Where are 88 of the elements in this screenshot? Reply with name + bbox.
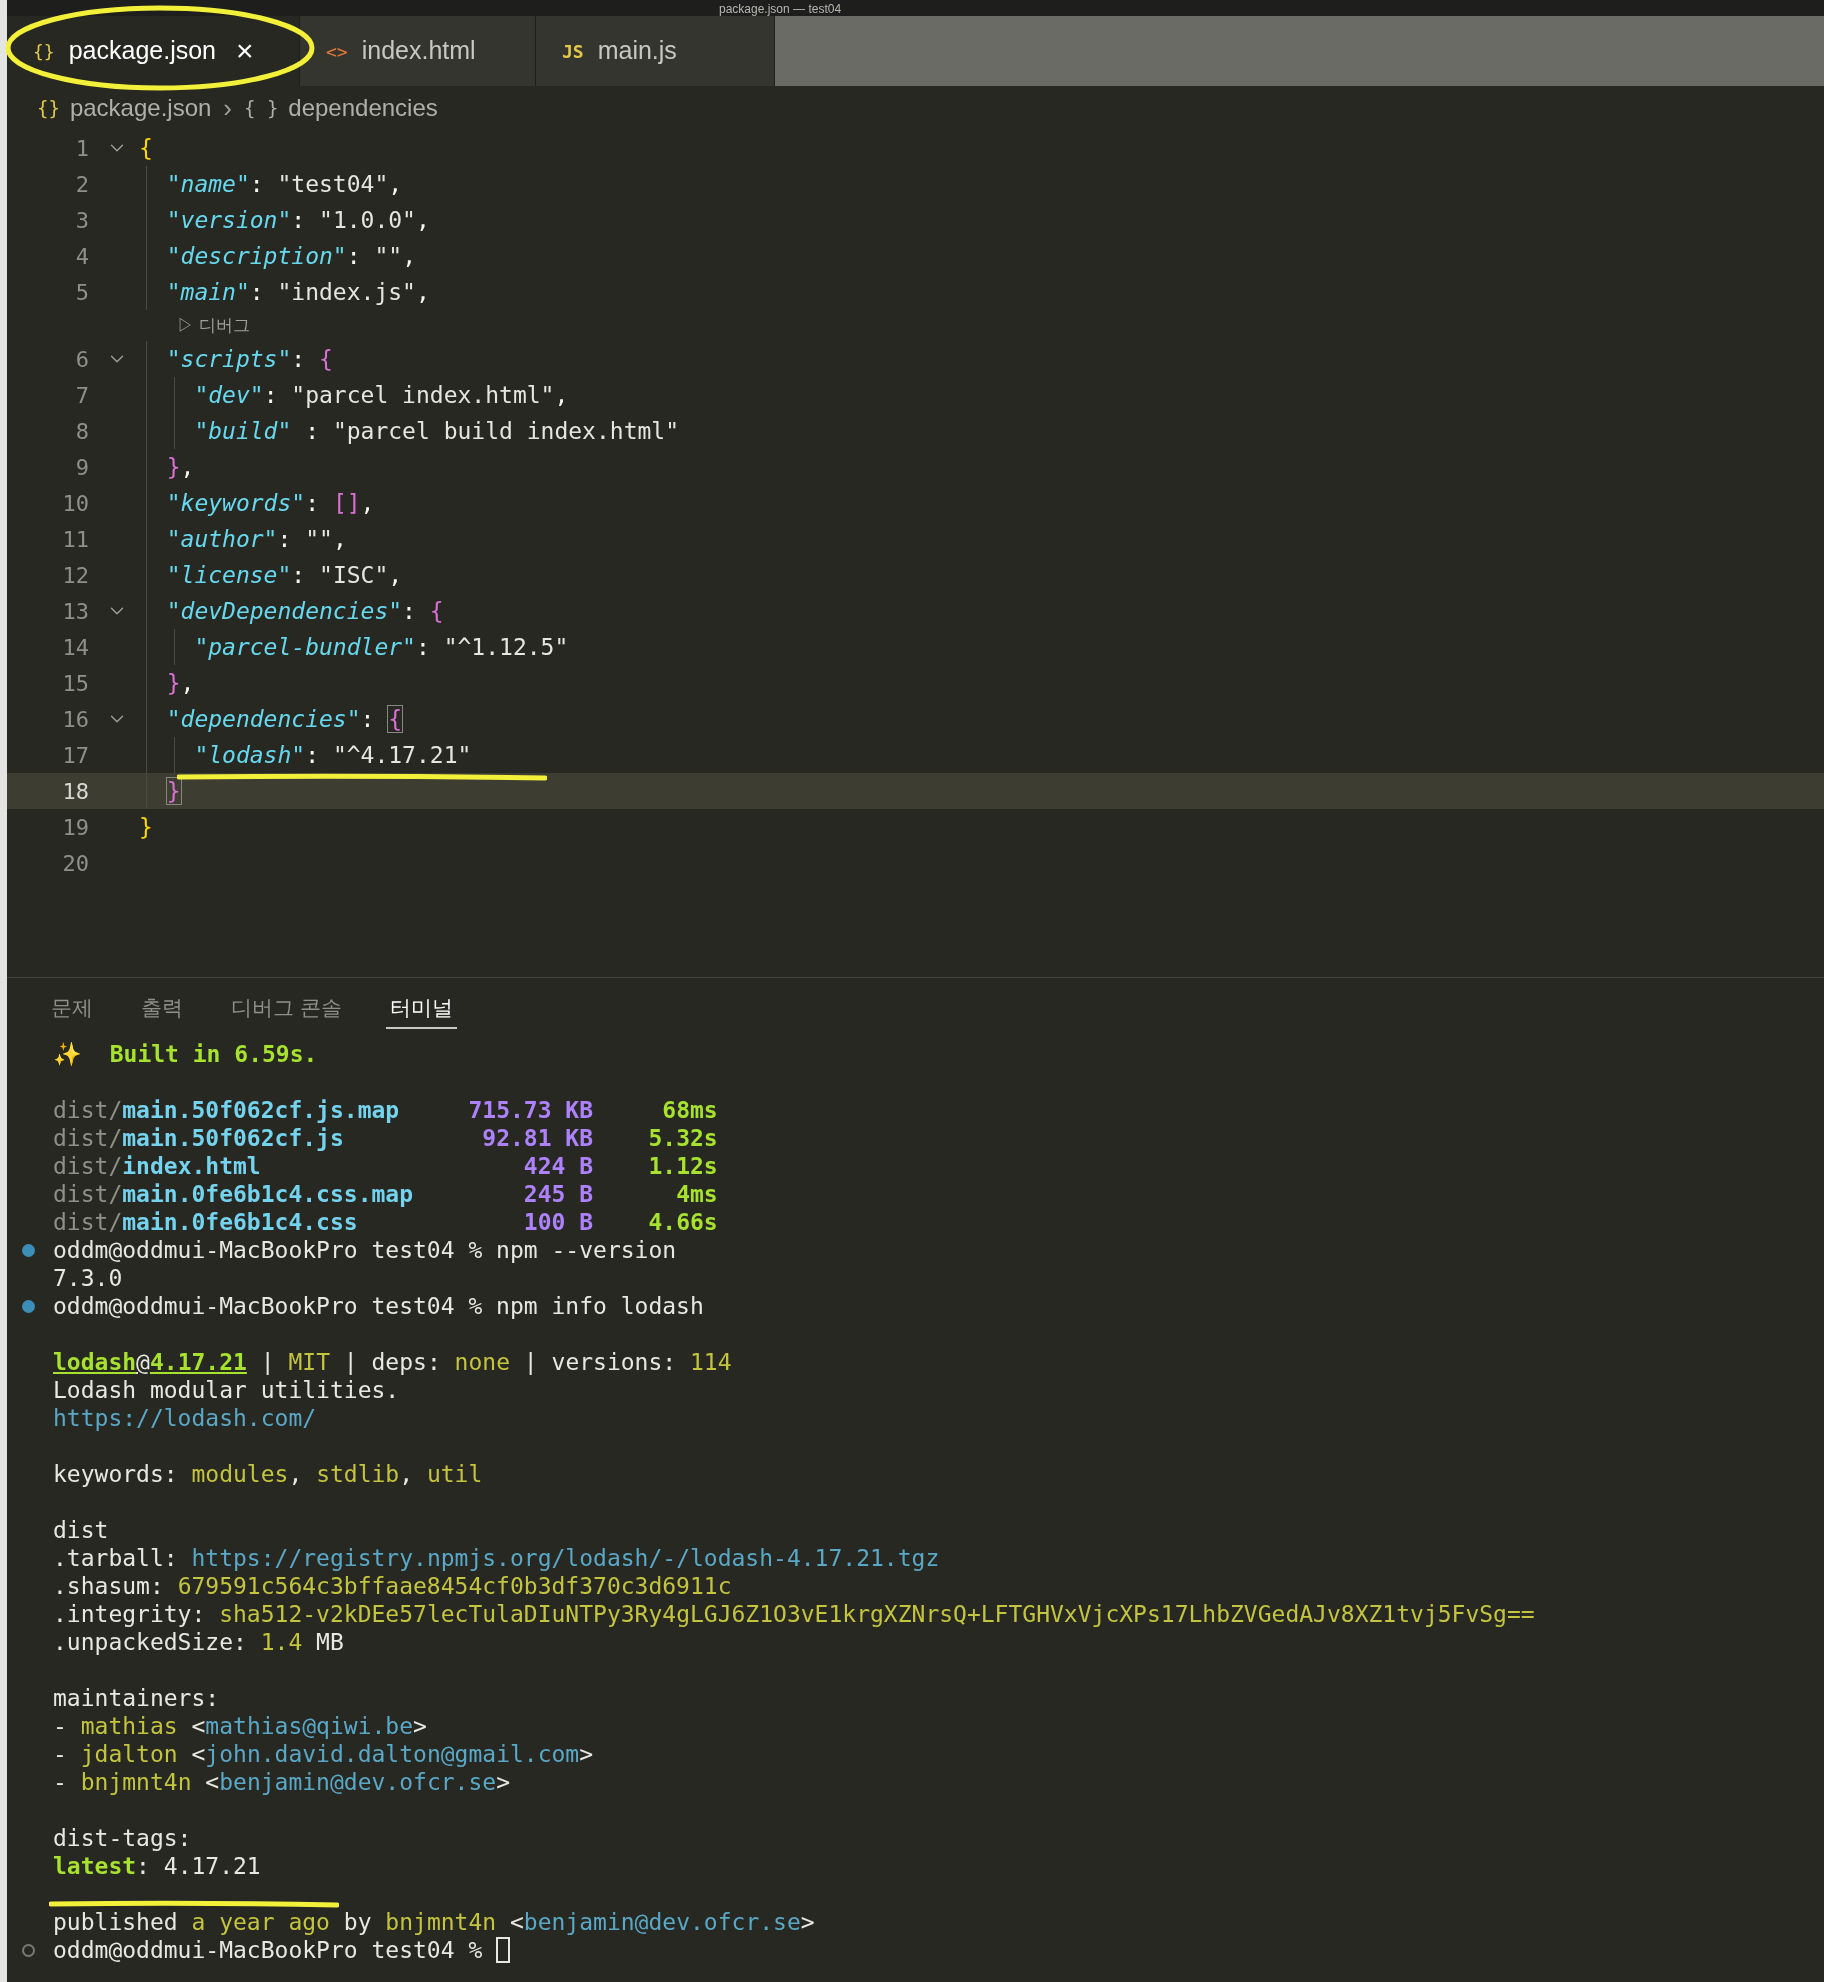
line-number: 18: [61, 777, 89, 806]
code-text: {: [139, 134, 153, 162]
js-file-icon: JS: [562, 37, 584, 65]
breadcrumb-icon: {}: [37, 93, 60, 123]
line-number: 16: [61, 705, 89, 734]
terminal-link[interactable]: benjamin@dev.ofcr.se: [523, 1909, 801, 1935]
terminal-link[interactable]: https://lodash.com/: [53, 1404, 317, 1432]
line-number: 3: [74, 206, 89, 235]
window-title: package.json — test04: [719, 2, 842, 16]
terminal-line: keywords: modules, stdlib, util: [53, 1460, 483, 1488]
code-text: "parcel-bundler": "^1.12.5": [193, 633, 569, 661]
code-text: }: [139, 813, 153, 841]
code-text: "dependencies": {: [165, 705, 403, 733]
line-number: 9: [74, 453, 89, 482]
panel-tab[interactable]: 문제: [47, 989, 97, 1029]
line-number: 4: [74, 242, 89, 271]
terminal-line: dist/main.50f062cf.js 92.81 KB 5.32s: [53, 1124, 718, 1152]
terminal-line: 7.3.0: [53, 1264, 123, 1292]
panel-tab[interactable]: 디버그 콘솔: [227, 989, 346, 1029]
terminal-line: oddm@oddmui-MacBookPro test04 %: [53, 1936, 484, 1964]
code-text: },: [165, 669, 195, 697]
line-number: 8: [74, 417, 89, 446]
code-text: "author": "",: [165, 525, 347, 553]
terminal-line: dist/main.0fe6b1c4.css 100 B 4.66s: [53, 1208, 718, 1236]
terminal-line: lodash@4.17.21 | MIT | deps: none | versions: 114: [53, 1348, 732, 1376]
editor-tab[interactable]: JS main.js: [536, 16, 775, 86]
code-text: "devDependencies": {: [165, 597, 444, 625]
terminal-line: maintainers:: [53, 1684, 220, 1712]
panel-tab[interactable]: 터미널: [385, 989, 457, 1029]
code-text: "scripts": {: [165, 345, 333, 373]
code-text: }: [165, 777, 181, 805]
terminal-line: dist-tags:: [53, 1824, 192, 1852]
code-text: "version": "1.0.0",: [165, 206, 430, 234]
terminal-line: .tarball: https://registry.npmjs.org/lodash/-/lodash-4.17.21.tgz: [53, 1544, 940, 1572]
terminal-line: dist/main.50f062cf.js.map 715.73 KB 68ms: [53, 1096, 718, 1124]
code-text: "description": "",: [165, 242, 416, 270]
breadcrumb-item[interactable]: package.json: [69, 90, 212, 126]
panel-tab[interactable]: 출력: [137, 989, 187, 1029]
terminal-link[interactable]: john.david.dalton@gmail.com: [205, 1741, 580, 1767]
terminal-line: latest: 4.17.21: [53, 1852, 261, 1880]
codelens-debug[interactable]: ▷ 디버그: [177, 312, 250, 339]
line-number: 19: [61, 813, 89, 842]
braces-icon: {}: [33, 37, 55, 65]
close-icon[interactable]: ×: [236, 36, 254, 66]
terminal-line: published a year ago by bnjmnt4n <benjamin@dev.ofcr.se>: [53, 1908, 815, 1936]
terminal-line: dist/index.html 424 B 1.12s: [53, 1152, 718, 1180]
line-number: 1: [74, 134, 89, 163]
line-number: 2: [74, 170, 89, 199]
line-number: 13: [61, 597, 89, 626]
terminal-link[interactable]: mathias@qiwi.be: [205, 1713, 414, 1739]
terminal-line: .unpackedSize: 1.4 MB: [53, 1628, 344, 1656]
terminal-link[interactable]: https://registry.npmjs.org/lodash/-/lodash-4.17.21.tgz: [191, 1545, 940, 1571]
editor-tab[interactable]: {} package.json ×: [7, 16, 300, 86]
terminal-line: ✨ Built in 6.59s.: [53, 1040, 318, 1068]
code-text: "name": "test04",: [165, 170, 403, 198]
code-text: "main": "index.js",: [165, 278, 430, 306]
line-number: 10: [61, 489, 89, 518]
terminal-line: dist/main.0fe6b1c4.css.map 245 B 4ms: [53, 1180, 718, 1208]
terminal-line: oddm@oddmui-MacBookPro test04 % npm info lodash: [53, 1292, 704, 1320]
terminal-link[interactable]: benjamin@dev.ofcr.se: [219, 1769, 497, 1795]
code-text: "lodash": "^4.17.21": [193, 741, 472, 769]
terminal-line: dist: [53, 1516, 109, 1544]
line-number: 6: [74, 345, 89, 374]
code-brackets-icon: <>: [326, 37, 348, 65]
terminal-line: .integrity: sha512-v2kDEe57lecTulaDIuNTPy3Ry4gLGJ6Z1O3vE1krgXZNrsQ+LFTGHVxVjcXPs17LhbZVGedAJv8XZ1tvj5FvSg==: [53, 1600, 1535, 1628]
breadcrumb-item[interactable]: dependencies: [288, 90, 438, 126]
terminal-line: - bnjmnt4n <benjamin@dev.ofcr.se>: [53, 1768, 510, 1796]
code-text: "keywords": [],: [165, 489, 375, 517]
terminal-line: oddm@oddmui-MacBookPro test04 % npm --version: [53, 1236, 677, 1264]
code-text: "dev": "parcel index.html",: [193, 381, 569, 409]
code-text: "license": "ISC",: [165, 561, 403, 589]
terminal-line: - jdalton <john.david.dalton@gmail.com>: [53, 1740, 594, 1768]
terminal-line: - mathias <mathias@qiwi.be>: [53, 1712, 427, 1740]
line-number: 12: [61, 561, 89, 590]
code-text: "build" : "parcel build index.html": [193, 417, 680, 445]
breadcrumb-separator: ›: [222, 91, 233, 125]
line-number: 17: [61, 741, 89, 770]
breadcrumb-icon: { }: [244, 93, 279, 123]
line-number: 20: [61, 849, 89, 878]
line-number: 7: [74, 381, 89, 410]
editor-tab[interactable]: <> index.html: [300, 16, 536, 86]
terminal-line: .shasum: 679591c564c3bffaae8454cf0b3df370c3d6911c: [53, 1572, 732, 1600]
line-number: 5: [74, 278, 89, 307]
line-number: 11: [61, 525, 89, 554]
terminal-line: Lodash modular utilities.: [53, 1376, 400, 1404]
code-text: },: [165, 453, 195, 481]
line-number: 15: [61, 669, 89, 698]
line-number: 14: [61, 633, 89, 662]
